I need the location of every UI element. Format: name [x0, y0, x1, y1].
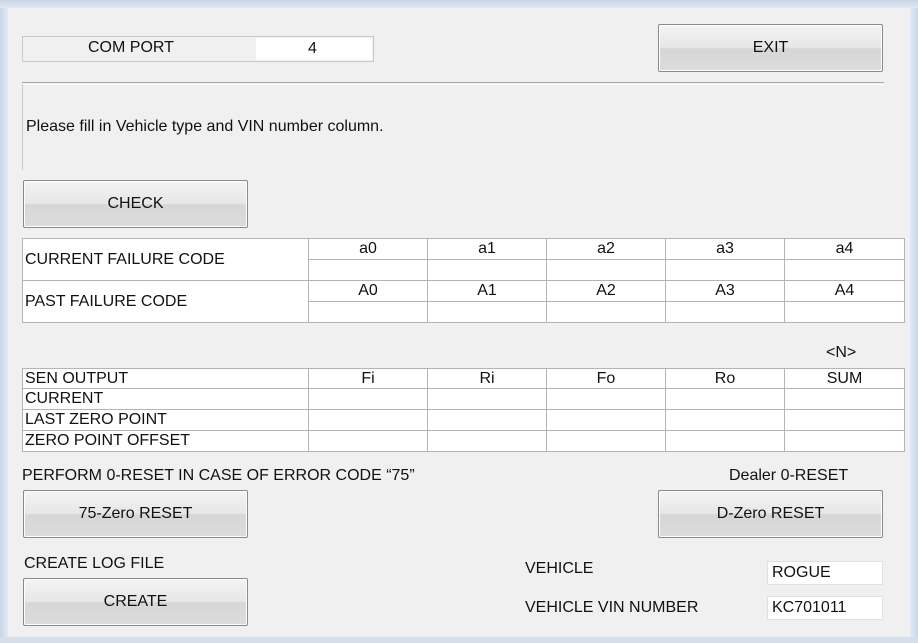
- failure-code-value: [784, 301, 905, 323]
- reset-note: PERFORM 0-RESET IN CASE OF ERROR CODE “7…: [22, 467, 415, 484]
- sensor-cell: [784, 388, 905, 410]
- current-failure-code-label: CURRENT FAILURE CODE: [22, 238, 309, 281]
- sensor-column-header: Fi: [308, 368, 428, 389]
- sensor-row-current: CURRENT: [22, 388, 905, 410]
- sensor-header-label: SEN OUTPUT: [22, 368, 309, 389]
- sensor-cell: [665, 388, 785, 410]
- sensor-cell: [665, 409, 785, 431]
- failure-code-header: a2: [546, 238, 666, 260]
- sensor-cell: [546, 388, 666, 410]
- sensor-cell: [665, 430, 785, 452]
- sensor-cell: [784, 430, 905, 452]
- dealer-reset-label: Dealer 0-RESET: [729, 467, 849, 484]
- failure-code-header: A4: [784, 280, 905, 302]
- past-failure-code-label: PAST FAILURE CODE: [22, 280, 309, 323]
- window-frame-bottom: [0, 637, 918, 643]
- sensor-cell: [427, 409, 547, 431]
- vin-field[interactable]: KC701011: [767, 596, 883, 620]
- failure-code-header: a0: [308, 238, 428, 260]
- vehicle-field[interactable]: ROGUE: [767, 561, 883, 585]
- sensor-cell: [427, 430, 547, 452]
- failure-code-value: [665, 301, 785, 323]
- failure-code-value: [427, 301, 547, 323]
- failure-code-value: [427, 259, 547, 281]
- failure-code-header: a1: [427, 238, 547, 260]
- vin-label: VEHICLE VIN NUMBER: [525, 599, 699, 616]
- failure-code-header: A2: [546, 280, 666, 302]
- failure-code-header: A1: [427, 280, 547, 302]
- create-log-file-label: CREATE LOG FILE: [24, 555, 165, 572]
- sensor-row-last-zero-point: LAST ZERO POINT: [22, 409, 905, 431]
- failure-code-value: [308, 259, 428, 281]
- failure-code-value: [546, 301, 666, 323]
- status-message: Please fill in Vehicle type and VIN numb…: [26, 118, 384, 135]
- sensor-cell: [546, 430, 666, 452]
- sensor-cell: [427, 388, 547, 410]
- message-divider-highlight: [22, 84, 884, 85]
- sensor-row-label: CURRENT: [22, 388, 309, 410]
- failure-code-value: [665, 259, 785, 281]
- unit-label: <N>: [826, 344, 857, 361]
- create-log-button[interactable]: CREATE: [23, 578, 248, 626]
- sensor-cell: [784, 409, 905, 431]
- past-failure-code-header-row: PAST FAILURE CODE A0 A1 A2 A3 A4: [22, 280, 905, 323]
- message-divider-left: [22, 84, 23, 170]
- window-frame-right: [910, 8, 918, 643]
- sensor-column-header: Fo: [546, 368, 666, 389]
- d-zero-reset-button[interactable]: D-Zero RESET: [658, 490, 883, 538]
- exit-button[interactable]: EXIT: [658, 24, 883, 72]
- window-frame-top: [0, 0, 918, 8]
- sensor-column-header: Ro: [665, 368, 785, 389]
- failure-code-value: [308, 301, 428, 323]
- sensor-column-header: Ri: [427, 368, 547, 389]
- failure-code-header: A3: [665, 280, 785, 302]
- zero-75-reset-button[interactable]: 75-Zero RESET: [23, 490, 248, 538]
- failure-code-header: a3: [665, 238, 785, 260]
- failure-code-value: [546, 259, 666, 281]
- sensor-cell: [308, 388, 428, 410]
- vehicle-label: VEHICLE: [525, 560, 594, 577]
- sensor-row-label: ZERO POINT OFFSET: [22, 430, 309, 452]
- sensor-header-row: SEN OUTPUT Fi Ri Fo Ro SUM: [22, 368, 905, 389]
- sensor-row-zero-point-offset: ZERO POINT OFFSET: [22, 430, 905, 452]
- sensor-output-table: SEN OUTPUT Fi Ri Fo Ro SUM CURRENT LAST …: [22, 368, 905, 452]
- sensor-cell: [546, 409, 666, 431]
- sensor-column-header: SUM: [784, 368, 905, 389]
- com-port-field[interactable]: 4: [256, 38, 372, 60]
- sensor-cell: [308, 430, 428, 452]
- sensor-cell: [308, 409, 428, 431]
- failure-code-header: a4: [784, 238, 905, 260]
- failure-code-value: [784, 259, 905, 281]
- message-divider-top: [22, 82, 884, 83]
- com-port-label: COM PORT: [88, 39, 174, 56]
- failure-code-table: CURRENT FAILURE CODE a0 a1 a2 a3 a4 PAST…: [22, 238, 905, 323]
- sensor-row-label: LAST ZERO POINT: [22, 409, 309, 431]
- check-button[interactable]: CHECK: [23, 180, 248, 228]
- current-failure-code-header-row: CURRENT FAILURE CODE a0 a1 a2 a3 a4: [22, 238, 905, 281]
- window-frame-left: [0, 8, 8, 643]
- failure-code-header: A0: [308, 280, 428, 302]
